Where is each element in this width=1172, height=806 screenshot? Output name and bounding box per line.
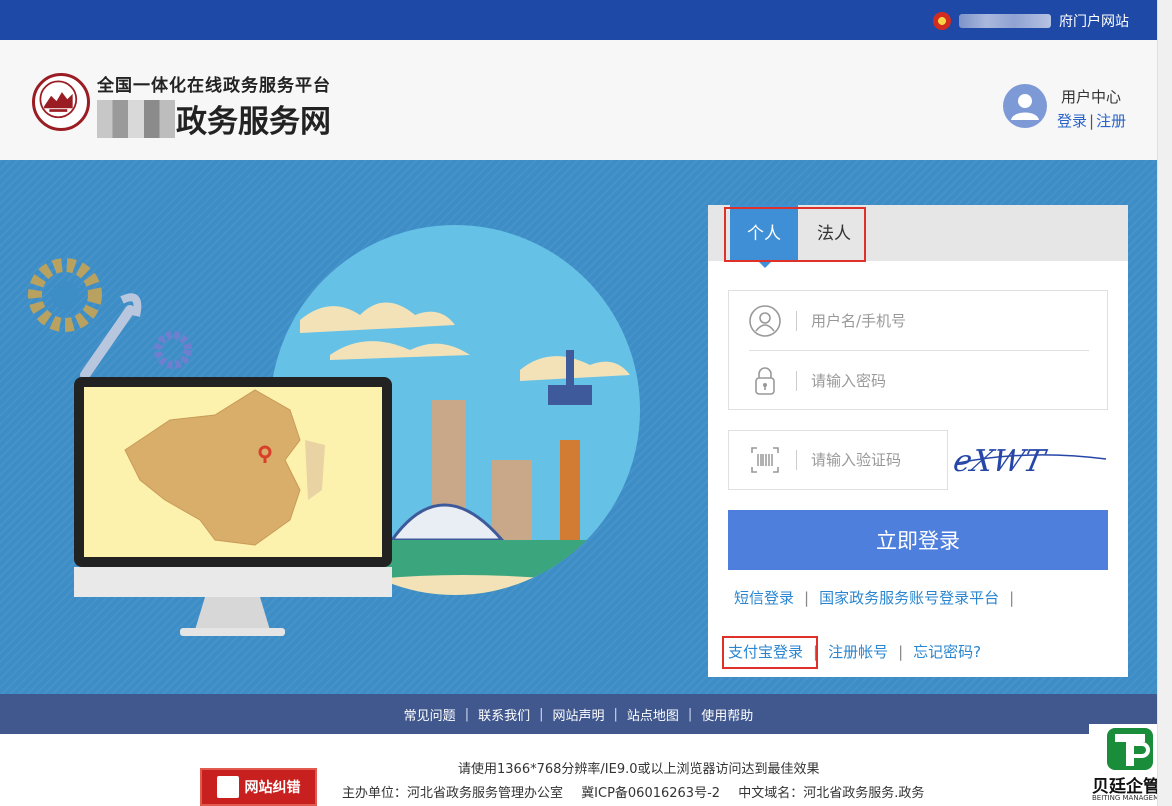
user-icon <box>749 304 781 337</box>
gov-emblem-icon <box>933 12 951 30</box>
login-panel: 个人 法人 用户名/手机号 请输入验证码 eXWT 立即登录 短信登录 | 国家… <box>708 205 1128 677</box>
chinese-domain: 中文域名：河北省政务服务.政务 <box>738 786 925 801</box>
site-header: 全国一体化在线政务服务平台 政务服务网 用户中心 登录 | 注册 <box>0 40 1157 160</box>
user-auth-links: 登录 | 注册 <box>1057 110 1126 131</box>
footer-statement-link[interactable]: 网站声明 <box>552 705 604 724</box>
footer-nav-separator: | <box>464 706 470 722</box>
vertical-scrollbar[interactable] <box>1157 0 1172 806</box>
site-title: 政务服务网 <box>97 96 331 141</box>
portal-link[interactable]: 府门户网站 <box>933 11 1129 31</box>
highlight-box-tabs <box>724 207 866 262</box>
field-separator <box>796 370 797 391</box>
header-link-separator: | <box>1089 112 1095 130</box>
captcha-image[interactable]: eXWT <box>954 433 1110 487</box>
site-correction-label: 网站纠错 <box>244 780 301 796</box>
login-submit-button[interactable]: 立即登录 <box>728 510 1108 570</box>
user-center-label: 用户中心 <box>1061 88 1122 106</box>
search-doc-icon <box>216 776 239 798</box>
link-separator: | <box>804 588 810 607</box>
host-organization: 主办单位：河北省政务服务管理办公室 <box>342 786 564 801</box>
login-links-row-1: 短信登录 | 国家政务服务账号登录平台 | <box>734 587 1024 608</box>
site-correction-button[interactable]: 网站纠错 <box>200 768 317 806</box>
link-separator: | <box>1009 588 1015 607</box>
lock-icon <box>755 366 775 395</box>
credentials-group <box>728 290 1108 410</box>
user-avatar-icon[interactable] <box>1003 84 1047 128</box>
header-login-link[interactable]: 登录 <box>1057 112 1087 130</box>
site-title-suffix: 政务服务网 <box>176 104 331 140</box>
field-separator <box>796 310 797 331</box>
browser-tip: 请使用1366*768分辨率/IE9.0或以上浏览器访问达到最佳效果 <box>458 762 820 777</box>
footer-nav-separator: | <box>687 706 693 722</box>
portal-link-label: 府门户网站 <box>1059 14 1129 30</box>
register-account-link[interactable]: 注册帐号 <box>828 641 888 662</box>
username-input[interactable] <box>811 311 1071 330</box>
footer-sitemap-link[interactable]: 站点地图 <box>627 705 679 724</box>
icp-number[interactable]: 冀ICP备06016263号-2 <box>581 786 720 801</box>
footer-info: 网站纠错 请使用1366*768分辨率/IE9.0或以上浏览器访问达到最佳效果 … <box>0 734 1157 806</box>
footer-faq-link[interactable]: 常见问题 <box>404 705 456 724</box>
footer-help-link[interactable]: 使用帮助 <box>701 705 753 724</box>
blurred-region-name <box>959 14 1051 28</box>
footer-org-info: 主办单位：河北省政务服务管理办公室 冀ICP备06016263号-2 中文域名：… <box>342 782 938 801</box>
highlight-box-alipay <box>722 636 818 669</box>
link-separator: | <box>898 642 904 661</box>
password-row <box>729 351 1109 410</box>
username-row <box>729 291 1109 350</box>
blurred-province-name <box>97 99 175 138</box>
captcha-field <box>728 430 948 490</box>
top-bar: 府门户网站 <box>0 0 1157 40</box>
captcha-input[interactable] <box>811 451 941 469</box>
footer-nav-separator: | <box>539 706 544 722</box>
password-input[interactable] <box>811 371 1071 390</box>
field-separator <box>796 450 797 470</box>
header-register-link[interactable]: 注册 <box>1096 112 1126 130</box>
forgot-password-link[interactable]: 忘记密码? <box>913 641 981 662</box>
platform-subtitle: 全国一体化在线政务服务平台 <box>97 76 331 96</box>
sms-login-link[interactable]: 短信登录 <box>734 587 794 608</box>
site-seal-logo <box>32 73 90 131</box>
footer-contact-link[interactable]: 联系我们 <box>478 705 530 724</box>
watermark-logo <box>1107 728 1153 770</box>
footer-nav: 常见问题 | 联系我们 | 网站声明 | 站点地图 | 使用帮助 <box>0 694 1157 734</box>
national-account-login-link[interactable]: 国家政务服务账号登录平台 <box>819 587 999 608</box>
footer-nav-separator: | <box>613 706 618 722</box>
barcode-icon <box>751 447 779 473</box>
banner-illustration <box>28 225 640 636</box>
